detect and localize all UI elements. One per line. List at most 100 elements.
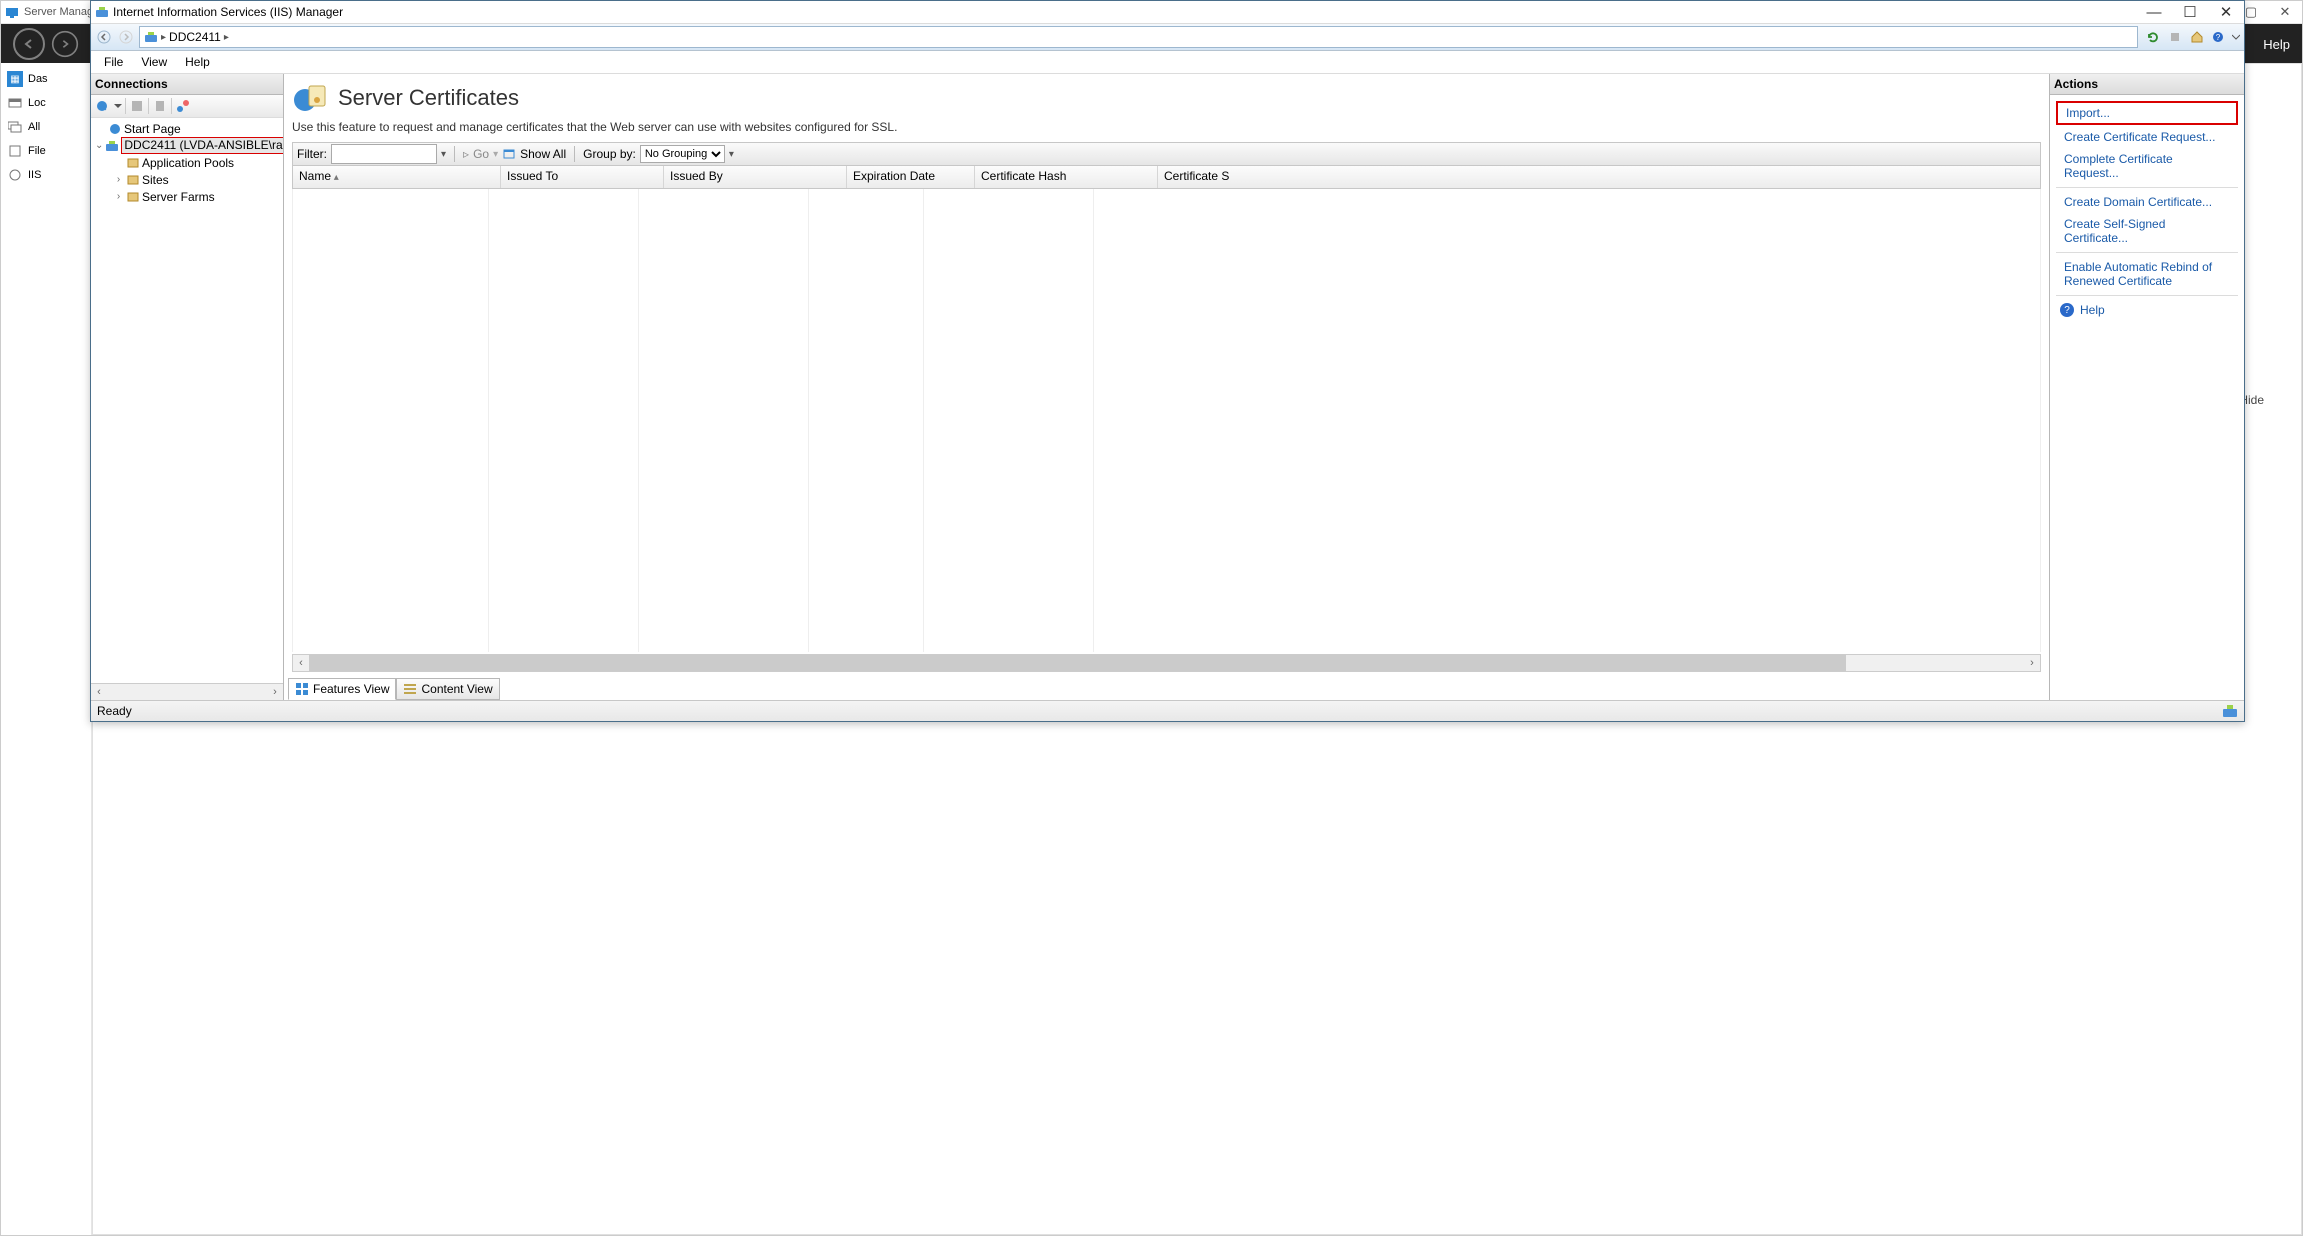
show-all-button[interactable]: Show All [520,147,566,161]
save-button[interactable] [128,97,146,115]
server-icon [7,95,23,111]
nav-local-label: Loc [28,97,46,109]
iis-icon [95,5,109,19]
col-issued-by[interactable]: Issued By [664,166,847,188]
tree-app-pools[interactable]: Application Pools [91,154,283,171]
iis-maximize-button[interactable]: ☐ [2172,1,2208,23]
tab-content-view[interactable]: Content View [396,678,499,700]
tree-sites[interactable]: › Sites [91,171,283,188]
breadcrumb[interactable]: ▸ DDC2411 ▸ [139,26,2138,48]
svg-text:?: ? [2216,33,2221,42]
iis-menu-bar: File View Help [91,51,2244,74]
tree-server-label: DDC2411 (LVDA-ANSIBLE\ran [121,137,283,154]
tab-features-view[interactable]: Features View [288,678,396,700]
filter-input[interactable] [331,144,437,164]
connect-dropdown[interactable] [113,97,123,115]
tree-server-node[interactable]: ⌄ DDC2411 (LVDA-ANSIBLE\ran [91,137,283,154]
nav-iis[interactable]: IIS [1,163,91,187]
action-create-self-signed[interactable]: Create Self-Signed Certificate... [2056,214,2238,248]
scroll-left-icon[interactable]: ‹ [91,686,107,698]
col-name[interactable]: Name [293,166,501,188]
server-certificates-icon [292,80,328,116]
action-help-label: Help [2080,303,2105,317]
help-dropdown-arrow[interactable] [2230,26,2242,48]
nav-local-server[interactable]: Loc [1,91,91,115]
tree-expand-icon[interactable]: › [113,191,124,202]
tree-collapse-icon[interactable]: ⌄ [95,140,103,151]
iis-back-button[interactable] [93,26,115,48]
home-button[interactable] [2186,26,2208,48]
status-config-icon[interactable] [2222,703,2238,719]
dashboard-icon: ▦ [7,71,23,87]
iis-body: Connections [91,74,2244,700]
menu-file[interactable]: File [95,53,132,71]
iis-forward-button[interactable] [115,26,137,48]
sites-icon [126,173,140,187]
nav-dashboard[interactable]: ▦ Das [1,67,91,91]
menu-view[interactable]: View [132,53,176,71]
tree-sites-label: Sites [142,173,169,187]
nav-iis-label: IIS [28,169,41,181]
showall-icon [502,147,516,161]
action-help[interactable]: ? Help [2056,300,2238,320]
connections-hscroll[interactable]: ‹ › [91,683,283,700]
iis-close-button[interactable]: ✕ [2208,1,2244,23]
delete-button[interactable] [151,97,169,115]
menu-help[interactable]: Help [176,53,219,71]
view-tabs: Features View Content View [284,678,2049,700]
status-text: Ready [97,704,132,718]
nav-all-servers[interactable]: All [1,115,91,139]
connections-tree[interactable]: Start Page ⌄ DDC2411 (LVDA-ANSIBLE\ran A… [91,118,283,683]
col-hash[interactable]: Certificate Hash [975,166,1158,188]
col-expiration[interactable]: Expiration Date [847,166,975,188]
iis-titlebar: Internet Information Services (IIS) Mana… [91,1,2244,24]
grid-body[interactable] [292,189,2041,652]
up-level-button[interactable] [174,97,192,115]
connect-button[interactable] [93,97,111,115]
tree-server-farms-label: Server Farms [142,190,215,204]
tree-app-pools-label: Application Pools [142,156,234,170]
col-store[interactable]: Certificate S [1158,166,2040,188]
tree-expand-icon[interactable]: › [113,174,124,185]
nav-file-services[interactable]: File [1,139,91,163]
scroll-right-icon[interactable]: › [2024,657,2040,669]
action-enable-rebind[interactable]: Enable Automatic Rebind of Renewed Certi… [2056,257,2238,291]
nav-back-button[interactable] [13,28,45,60]
iis-nav-icon [7,167,23,183]
filter-dropdown-icon[interactable]: ▾ [441,149,446,160]
connections-pane: Connections [91,74,284,700]
close-button[interactable]: ✕ [2268,1,2302,23]
group-by-select[interactable]: No Grouping [640,145,725,163]
iis-minimize-button[interactable]: — [2136,1,2172,23]
tree-server-farms[interactable]: › Server Farms [91,188,283,205]
grid-header[interactable]: Name Issued To Issued By Expiration Date… [292,166,2041,189]
tab-features-label: Features View [313,682,389,696]
breadcrumb-sep-icon: ▸ [224,32,229,43]
stop-button[interactable] [2164,26,2186,48]
action-create-request[interactable]: Create Certificate Request... [2056,127,2238,147]
group-by-label: Group by: [583,147,636,161]
tree-start-page[interactable]: Start Page [91,120,283,137]
col-issued-to[interactable]: Issued To [501,166,664,188]
go-dropdown-icon[interactable]: ▾ [493,149,498,160]
connections-header: Connections [91,74,283,95]
action-complete-request[interactable]: Complete Certificate Request... [2056,149,2238,183]
scroll-left-icon[interactable]: ‹ [293,657,309,669]
help-dropdown-button[interactable]: ? [2208,26,2230,48]
action-create-domain[interactable]: Create Domain Certificate... [2056,192,2238,212]
breadcrumb-server[interactable]: DDC2411 [169,30,221,44]
sm-side-nav: ▦ Das Loc All File [1,63,92,1235]
refresh-button[interactable] [2142,26,2164,48]
action-import[interactable]: Import... [2056,101,2238,125]
tab-content-label: Content View [421,682,492,696]
nav-file-label: File [28,145,46,157]
grid-hscroll[interactable]: ‹ › [292,654,2041,672]
groupby-extra-dropdown-icon[interactable]: ▾ [729,149,734,160]
iis-address-bar: ▸ DDC2411 ▸ ? [91,24,2244,51]
sm-menu-help[interactable]: Help [2263,37,2290,52]
go-button[interactable]: Go [473,147,489,161]
scroll-right-icon[interactable]: › [267,686,283,698]
app-pools-icon [126,156,140,170]
start-page-icon [108,122,122,136]
nav-forward-button[interactable] [52,31,78,57]
